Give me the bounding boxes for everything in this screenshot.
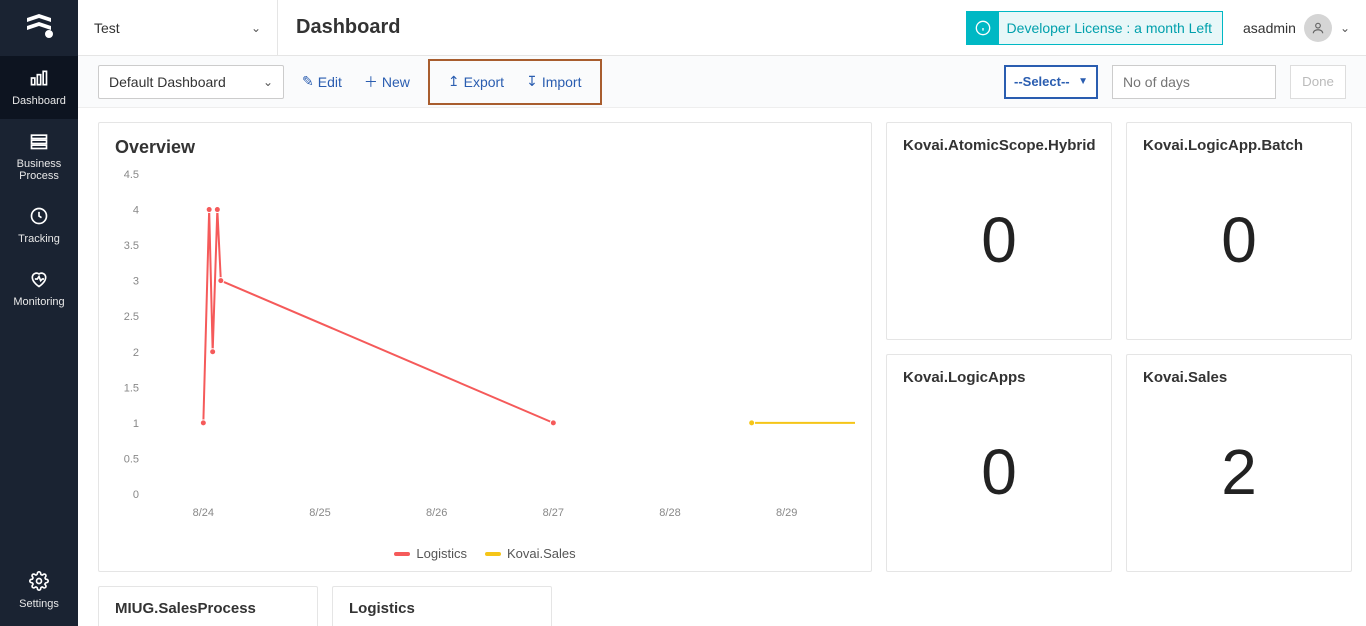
- stat-card-sales: Kovai.Sales 2: [1126, 354, 1352, 572]
- svg-text:8/26: 8/26: [426, 507, 447, 519]
- page-title: Dashboard: [296, 16, 400, 39]
- overview-card: Overview 0 0.5 1 1.5 2 2.5 3 3.5 4 4.5 8/24 8/25 8/2…: [98, 122, 872, 572]
- svg-text:2: 2: [133, 347, 139, 359]
- workspace-label: Test: [94, 20, 120, 36]
- stat-value: 2: [1143, 386, 1335, 557]
- sidebar-item-tracking[interactable]: Tracking: [0, 194, 78, 257]
- stat-value: 0: [1143, 154, 1335, 325]
- legend-swatch: [394, 552, 410, 556]
- bottom-card-title: MIUG.SalesProcess: [115, 600, 256, 617]
- sidebar-item-label: Dashboard: [12, 95, 66, 107]
- legend-label: Kovai.Sales: [507, 546, 576, 561]
- bottom-card-title: Logistics: [349, 600, 415, 617]
- dashboard-select[interactable]: Default Dashboard ⌄: [98, 65, 284, 99]
- filter-select[interactable]: --Select-- ▼: [1004, 65, 1098, 99]
- toolbar: Default Dashboard ⌄ ✎ Edit ＋ New ↥ Expor…: [78, 56, 1366, 108]
- export-button[interactable]: ↥ Export: [444, 67, 508, 96]
- stat-title: Kovai.Sales: [1143, 369, 1335, 386]
- app-logo: [0, 0, 78, 56]
- stat-card-logicapps: Kovai.LogicApps 0: [886, 354, 1112, 572]
- export-import-group: ↥ Export ↧ Import: [428, 59, 602, 105]
- svg-text:2.5: 2.5: [124, 311, 139, 323]
- import-button[interactable]: ↧ Import: [522, 67, 585, 96]
- svg-text:8/25: 8/25: [309, 507, 330, 519]
- sidebar-item-label: Tracking: [18, 233, 60, 245]
- legend-label: Logistics: [416, 546, 467, 561]
- avatar: [1304, 14, 1332, 42]
- days-input[interactable]: [1112, 65, 1276, 99]
- chevron-down-icon: ⌄: [1340, 21, 1350, 35]
- clock-icon: [29, 206, 49, 229]
- stat-card-batch: Kovai.LogicApp.Batch 0: [1126, 122, 1352, 340]
- stat-card-hybrid: Kovai.AtomicScope.Hybrid 0: [886, 122, 1112, 340]
- new-label: New: [382, 74, 410, 90]
- pencil-icon: ✎: [302, 73, 314, 90]
- stat-title: Kovai.LogicApps: [903, 369, 1095, 386]
- stat-value: 0: [903, 154, 1095, 325]
- legend-item[interactable]: Logistics: [394, 546, 467, 561]
- sidebar-item-label: Settings: [19, 598, 59, 610]
- upload-icon: ↥: [448, 73, 460, 90]
- overview-chart: 0 0.5 1 1.5 2 2.5 3 3.5 4 4.5 8/24 8/25 8/26 8/27 8/28…: [115, 164, 855, 544]
- chevron-down-icon: ⌄: [263, 75, 273, 89]
- svg-text:0.5: 0.5: [124, 453, 139, 465]
- new-button[interactable]: ＋ New: [360, 66, 414, 98]
- overview-title: Overview: [115, 137, 855, 158]
- legend-swatch: [485, 552, 501, 556]
- filter-select-label: --Select--: [1014, 74, 1070, 89]
- sidebar-item-dashboard[interactable]: Dashboard: [0, 56, 78, 119]
- layers-icon: [29, 131, 49, 154]
- sidebar-item-business-process[interactable]: Business Process: [0, 119, 78, 194]
- username: asadmin: [1243, 20, 1296, 36]
- svg-text:0: 0: [133, 489, 139, 501]
- svg-text:8/27: 8/27: [543, 507, 564, 519]
- info-icon: [967, 12, 999, 44]
- dashboard-select-label: Default Dashboard: [109, 74, 226, 90]
- sidebar-item-label: Monitoring: [13, 296, 64, 308]
- svg-text:4.5: 4.5: [124, 169, 139, 181]
- chart-bar-icon: [29, 68, 49, 91]
- topbar: Test ⌄ Dashboard Developer License : a m…: [78, 0, 1366, 56]
- sidebar-item-settings[interactable]: Settings: [0, 559, 78, 622]
- workspace-select[interactable]: Test ⌄: [78, 0, 278, 56]
- chevron-down-icon: ⌄: [251, 21, 261, 35]
- sidebar-item-monitoring[interactable]: Monitoring: [0, 257, 78, 320]
- chart-legend: Logistics Kovai.Sales: [115, 546, 855, 561]
- done-button[interactable]: Done: [1290, 65, 1346, 99]
- svg-text:1.5: 1.5: [124, 382, 139, 394]
- svg-text:1: 1: [133, 418, 139, 430]
- download-icon: ↧: [526, 73, 538, 90]
- heart-icon: [29, 269, 49, 292]
- gear-icon: [29, 571, 49, 594]
- user-menu[interactable]: asadmin ⌄: [1243, 14, 1350, 42]
- legend-item[interactable]: Kovai.Sales: [485, 546, 576, 561]
- export-label: Export: [464, 74, 504, 90]
- stat-title: Kovai.LogicApp.Batch: [1143, 137, 1335, 154]
- license-text: Developer License : a month Left: [1007, 20, 1212, 36]
- svg-text:4: 4: [133, 205, 139, 217]
- sidebar: Dashboard Business Process Tracking Moni…: [0, 0, 78, 626]
- svg-text:3.5: 3.5: [124, 240, 139, 252]
- edit-label: Edit: [318, 74, 342, 90]
- license-badge[interactable]: Developer License : a month Left: [966, 11, 1223, 45]
- svg-text:8/28: 8/28: [659, 507, 680, 519]
- bottom-card-miug: MIUG.SalesProcess: [98, 586, 318, 626]
- svg-text:3: 3: [133, 276, 139, 288]
- svg-text:8/24: 8/24: [193, 507, 214, 519]
- import-label: Import: [542, 74, 582, 90]
- bottom-card-logistics: Logistics: [332, 586, 552, 626]
- stat-title: Kovai.AtomicScope.Hybrid: [903, 137, 1095, 154]
- caret-down-icon: ▼: [1078, 76, 1088, 87]
- svg-text:8/29: 8/29: [776, 507, 797, 519]
- plus-icon: ＋: [364, 72, 378, 92]
- stat-value: 0: [903, 386, 1095, 557]
- sidebar-item-label: Business Process: [4, 158, 74, 182]
- edit-button[interactable]: ✎ Edit: [298, 67, 346, 96]
